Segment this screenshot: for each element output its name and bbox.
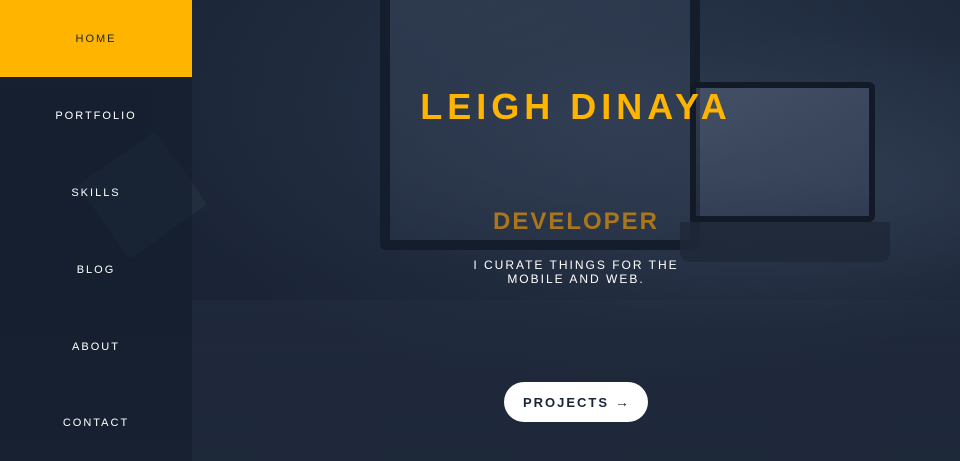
nav-item-home[interactable]: HOME [0, 0, 192, 77]
hero-name: LEIGH DINAYA [420, 86, 732, 127]
nav-item-about[interactable]: ABOUT [0, 308, 192, 385]
nav-item-blog[interactable]: BLOG [0, 231, 192, 308]
projects-button-label: PROJECTS [522, 394, 610, 410]
nav-item-label: PORTFOLIO [55, 109, 137, 122]
nav-item-label: HOME [75, 32, 117, 45]
arrow-right-icon: → [615, 394, 630, 410]
nav-item-skills[interactable]: SKILLS [0, 154, 192, 231]
hero-role: DEVELOPER [492, 208, 660, 235]
nav-item-label: ABOUT [72, 340, 120, 353]
hero-tagline: I CURATE THINGS FOR THE MOBILE AND WEB. [473, 258, 679, 286]
background-desk [192, 300, 960, 461]
projects-button[interactable]: PROJECTS → [504, 382, 648, 422]
nav-item-label: CONTACT [62, 416, 130, 429]
nav-item-contact[interactable]: CONTACT [0, 384, 192, 461]
nav-item-label: SKILLS [71, 186, 121, 199]
sidebar-nav: HOME PORTFOLIO SKILLS BLOG ABOUT CONTACT [0, 0, 192, 461]
nav-item-label: BLOG [76, 263, 116, 276]
nav-item-portfolio[interactable]: PORTFOLIO [0, 77, 192, 154]
